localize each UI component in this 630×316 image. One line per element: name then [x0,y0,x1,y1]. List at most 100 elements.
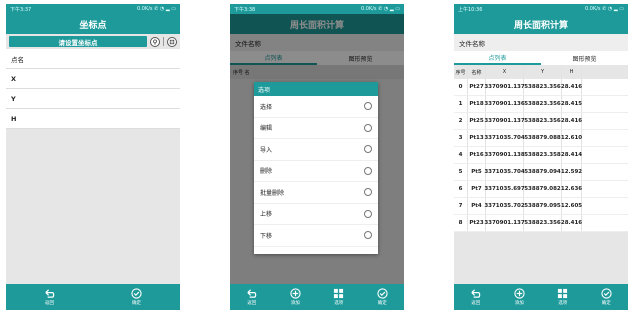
confirm-label: 确定 [601,301,611,306]
col-y: Y [524,65,562,79]
options-button[interactable]: 选项 [333,288,344,306]
back-label: 返回 [247,301,257,306]
table-row[interactable]: 8 Pt23 3370901.137 538823.356 28.416 [454,215,628,232]
point-table: 序号 名称 X Y H 0 Pt27 3370901.137 538823.356 28… [454,65,628,232]
table-row[interactable]: 6 Pt7 3371035.697 538879.082 12.636 [454,181,628,198]
cell-filler [582,198,628,214]
page-title: 坐标点 [6,14,180,34]
x-field[interactable]: X [6,69,180,89]
set-point-button[interactable]: 请设置坐标点 [9,36,147,47]
status-indicators: 0.0K/s ✆ ◔ ▂ ▭ [585,6,624,12]
option-move-down[interactable]: 下移 [254,225,378,247]
confirm-button[interactable]: 确定 [601,288,612,306]
option-label: 上移 [260,211,273,219]
option-edit[interactable]: 编辑 [254,118,378,139]
tab-point-list[interactable]: 点列表 [454,51,541,65]
h-field[interactable]: H [6,109,180,129]
table-row[interactable]: 4 Pt16 3370901.138 538823.358 28.414 [454,147,628,164]
radio-button[interactable] [364,166,372,175]
dialog-title: 选项 [254,82,378,96]
cell-name: Pt4 [468,198,486,214]
status-bar: 下午3:38 0.0K/s ✆ ◔ ▂ ▭ [230,4,404,14]
confirm-label: 确定 [377,301,387,306]
add-icon [514,288,525,299]
back-icon [45,289,55,298]
add-label: 添加 [514,301,524,306]
option-label: 编辑 [260,125,273,133]
location-icon[interactable] [150,36,160,47]
cell-h: 28.416 [561,215,582,231]
set-point-bar: 请设置坐标点 [6,34,180,49]
y-field[interactable]: Y [6,89,180,109]
cell-name: Pt25 [468,113,486,129]
cell-filler [582,130,628,146]
status-indicators: 0.0K/s ✆ ◔ ▂ ▭ [361,6,400,12]
cell-h: 28.416 [561,113,582,129]
radio-button[interactable] [364,123,372,132]
table-row[interactable]: 7 Pt4 3371035.702 538879.095 12.605 [454,198,628,215]
confirm-button[interactable]: 确定 [377,288,388,306]
cell-name: Pt27 [468,79,486,95]
table-row[interactable]: 2 Pt25 3370901.137 538823.356 28.416 [454,113,628,130]
cell-index: 8 [454,215,468,231]
cell-x: 3371035.704 [484,130,525,146]
radio-button[interactable] [364,231,372,240]
back-button[interactable]: 返回 [44,288,55,306]
add-button[interactable]: 添加 [514,288,525,306]
table-row[interactable]: 0 Pt27 3370901.137 538823.356 28.416 [454,79,628,96]
confirm-button[interactable]: 确定 [131,288,142,306]
table-header: 序号 名称 X Y H [454,65,628,79]
tab-bar: 点列表 图形预览 [454,51,628,65]
cell-x: 3370901.137 [484,113,525,129]
cell-filler [582,181,628,197]
table-row[interactable]: 3 Pt13 3371035.704 538879.088 12.610 [454,130,628,147]
cell-name: Pt23 [468,215,486,231]
bottom-toolbar: 返回 确定 [6,284,180,310]
add-icon [290,288,301,299]
cell-index: 4 [454,147,468,163]
screen-coordinate-point: 下午3:37 0.0K/s ✆ ◔ ▂ ▭ 坐标点 请设置坐标点 点名 X Y … [6,4,180,310]
options-button[interactable]: 选项 [557,288,568,306]
table-row[interactable]: 5 Pt5 3371035.704 538879.094 12.592 [454,164,628,181]
option-move-up[interactable]: 上移 [254,204,378,225]
option-select[interactable]: 选择 [254,96,378,118]
cell-name: Pt7 [468,181,486,197]
radio-button[interactable] [364,209,372,218]
back-button[interactable]: 返回 [246,288,257,306]
option-delete[interactable]: 删除 [254,161,378,182]
radio-button[interactable] [364,145,372,154]
divider [163,37,164,46]
screen-area-calc-options: 下午3:38 0.0K/s ✆ ◔ ▂ ▭ 周长面积计算 文件名称 点列表 图形… [230,4,404,310]
status-bar: 下午3:37 0.0K/s ✆ ◔ ▂ ▭ [6,4,180,14]
cell-index: 1 [454,96,468,112]
back-icon [471,289,481,298]
point-name-field[interactable]: 点名 [6,49,180,69]
cell-y: 538823.356 [524,215,562,231]
status-time: 下午3:37 [10,6,32,13]
back-button[interactable]: 返回 [470,288,481,306]
check-icon [377,288,388,299]
col-x: X [486,65,524,79]
option-import[interactable]: 导入 [254,139,378,161]
file-name-field[interactable]: 文件名称 [454,34,628,51]
page-title: 周长面积计算 [454,14,628,34]
tab-graphic-preview[interactable]: 图形预览 [541,51,628,65]
cell-h: 12.636 [561,181,582,197]
status-time: 上午10:36 [458,6,483,13]
cell-h: 28.415 [561,96,582,112]
import-icon[interactable] [167,36,177,47]
cell-filler [582,113,628,129]
option-batch-delete[interactable]: 批量删除 [254,182,378,204]
radio-button[interactable] [364,188,372,197]
radio-button[interactable] [364,102,372,111]
table-row[interactable]: 1 Pt18 3370901.136 538823.356 28.415 [454,96,628,113]
col-name: 名称 [468,65,486,79]
col-h: H [562,65,582,79]
cell-h: 12.610 [561,130,582,146]
cell-x: 3371035.704 [484,164,525,180]
add-button[interactable]: 添加 [290,288,301,306]
cell-index: 0 [454,79,468,95]
option-label: 选择 [260,103,273,111]
back-icon [247,289,257,298]
cell-filler [582,79,628,95]
